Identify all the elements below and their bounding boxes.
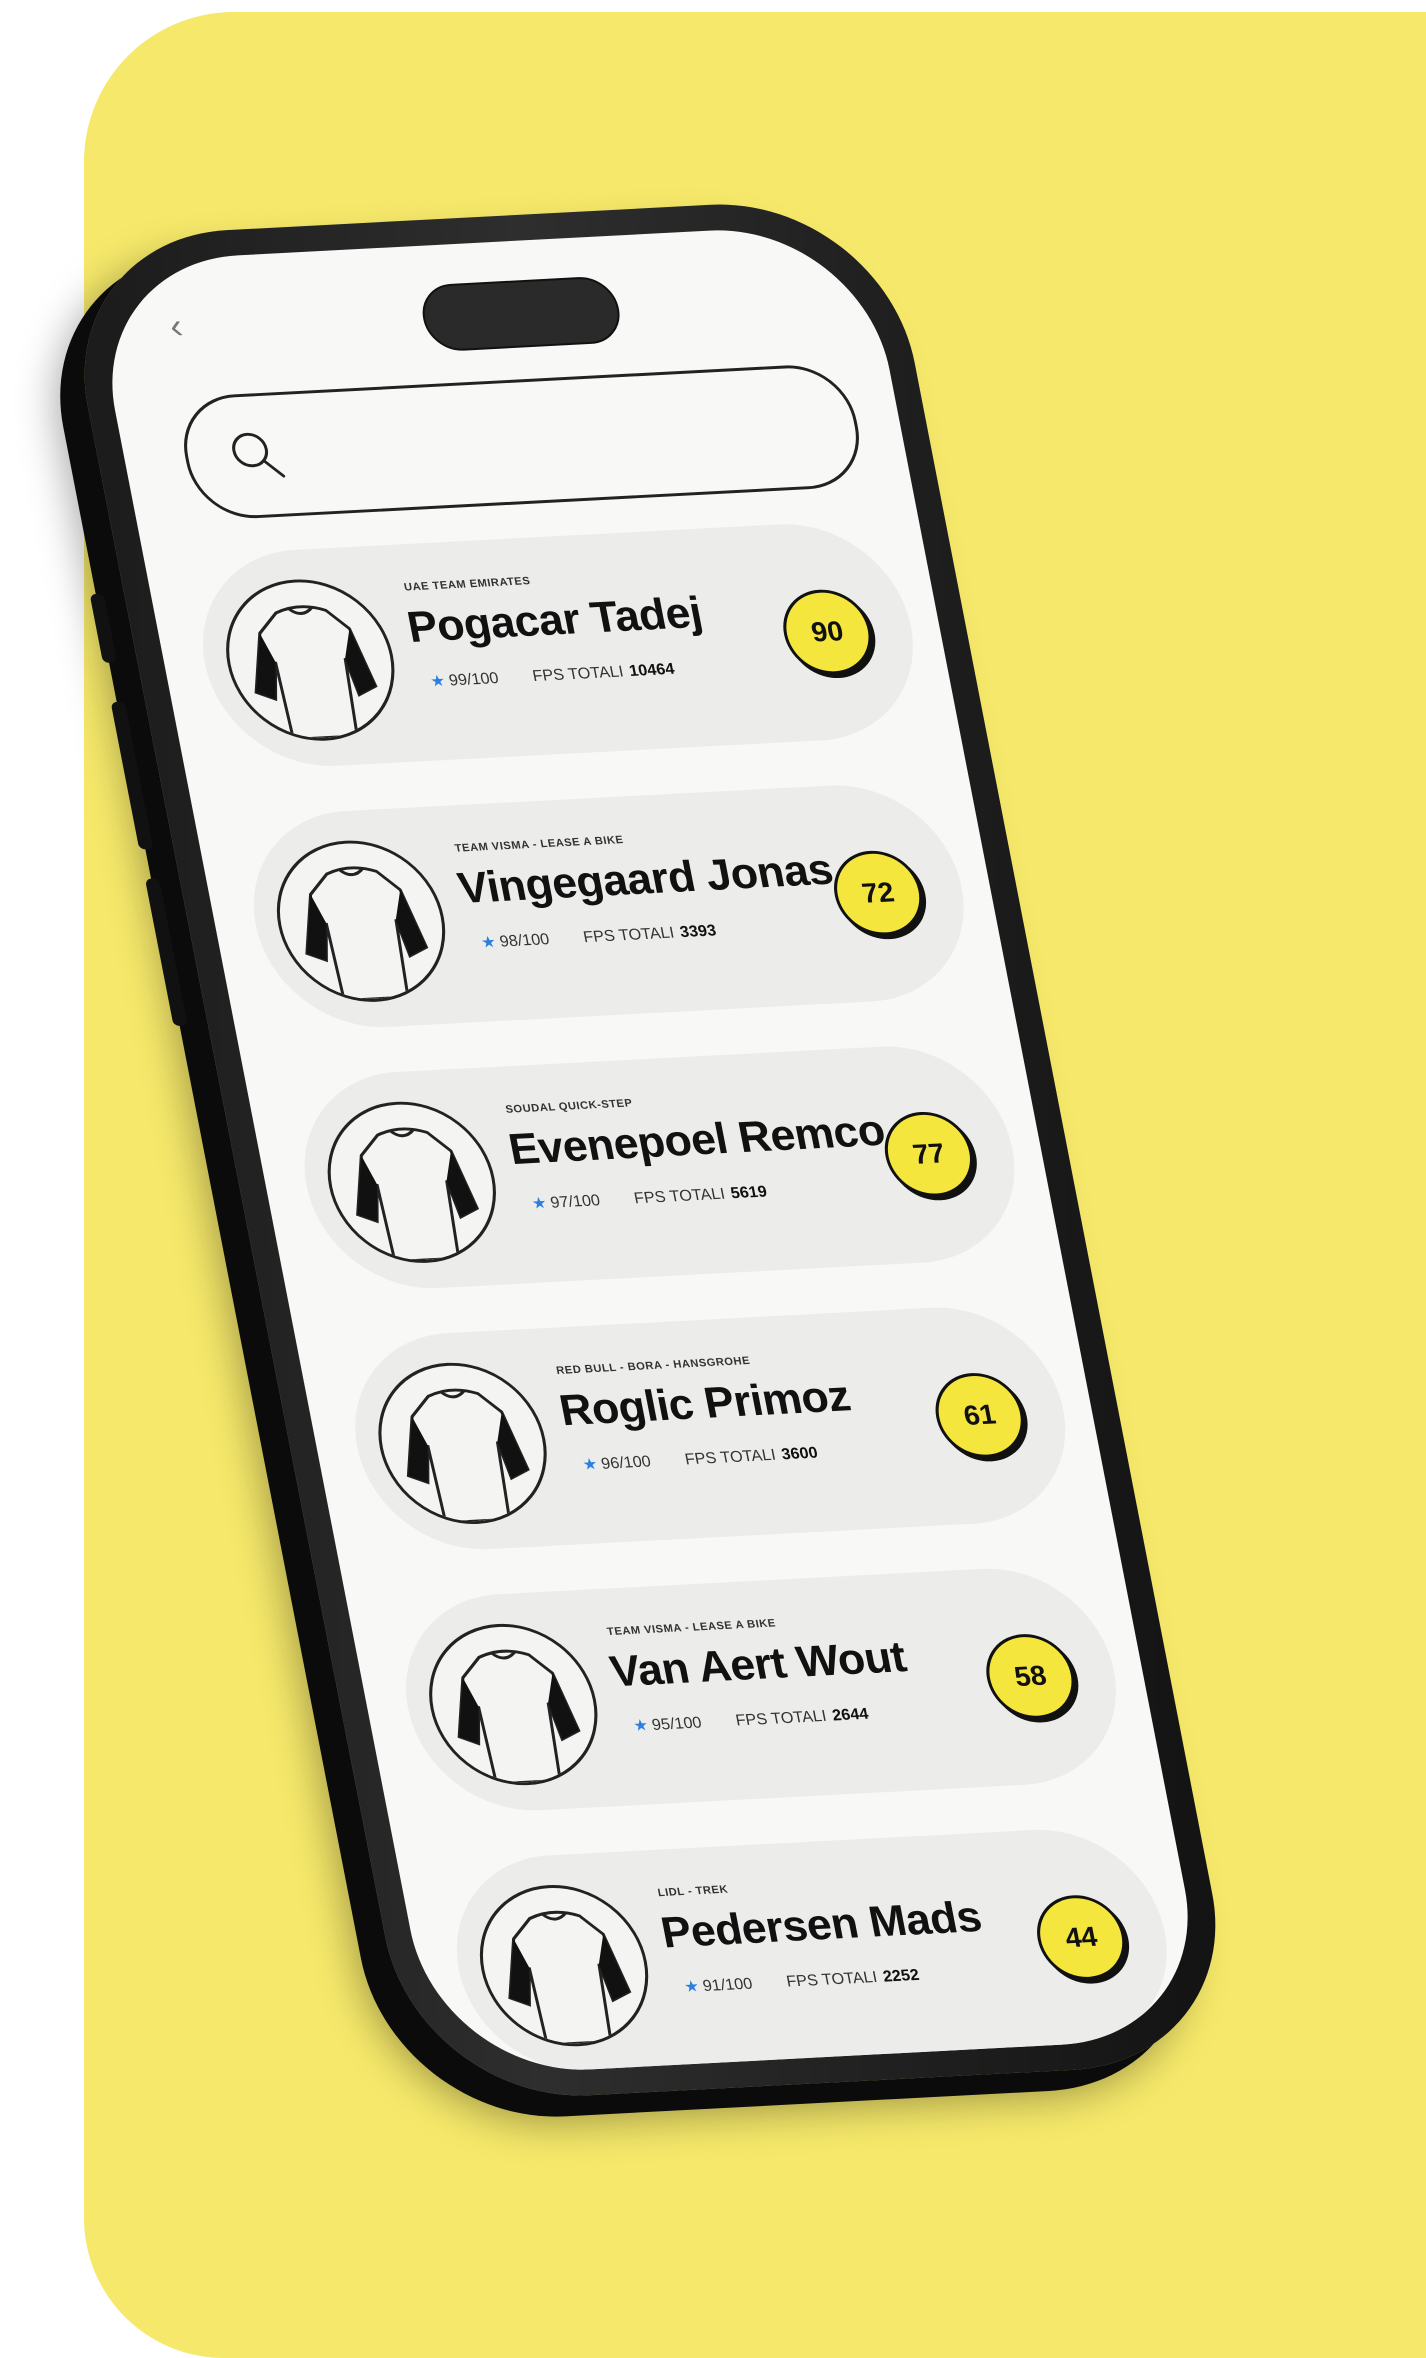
fps-label: FPS TOTALI [632,1185,727,1208]
rider-card[interactable]: TEAM VISMA - LEASE A BIKE Vingegaard Jon… [234,779,983,1033]
jersey-icon [262,836,460,1007]
fps-label: FPS TOTALI [581,924,676,947]
rider-stats: ★98/100 FPS TOTALI 3393 [479,921,718,953]
star-icon: ★ [429,672,447,691]
rider-card[interactable]: TEAM VISMA - LEASE A BIKE Van Aert Wout … [387,1563,1135,1817]
rider-rating: 96/100 [599,1453,653,1473]
fps-label: FPS TOTALI [784,1969,879,1991]
rider-name: Pedersen Mads [656,1892,986,1958]
score-badge: 90 [775,587,879,677]
jersey-icon [313,1097,511,1268]
jersey-icon [465,1880,663,2051]
rider-stats: ★99/100 FPS TOTALI 10464 [429,659,676,691]
rider-stats: ★96/100 FPS TOTALI 3600 [581,1443,819,1475]
score-badge: 61 [928,1370,1032,1460]
jersey-icon [364,1358,561,1529]
rider-card[interactable]: UAE TEAM EMIRATES Pogacar Tadej ★99/100 F… [184,518,932,772]
rider-name: Roglic Primoz [555,1371,855,1436]
fps-value: 3600 [780,1444,820,1464]
rider-name: Van Aert Wout [606,1632,910,1697]
fps-label: FPS TOTALI [734,1708,829,1730]
rider-rating: 99/100 [447,670,501,690]
rider-stats: ★95/100 FPS TOTALI 2644 [632,1704,870,1736]
chevron-left-icon[interactable]: ‹ [166,305,214,346]
fps-value: 2252 [881,1966,921,1986]
star-icon: ★ [530,1195,549,1213]
team-name: RED BULL - BORA - HANSGROHE [555,1355,752,1377]
fps-label: FPS TOTALI [531,663,626,686]
rider-name: Evenepoel Remco [504,1106,889,1174]
score-badge: 58 [978,1631,1083,1721]
team-name: TEAM VISMA - LEASE A BIKE [606,1617,777,1639]
star-icon: ★ [632,1717,650,1735]
team-name: UAE TEAM EMIRATES [403,575,532,594]
rider-card[interactable]: SOUDAL QUICK-STEP Evenepoel Remco ★97/10… [285,1040,1034,1294]
rider-name: Vingegaard Jonas [453,845,837,913]
rider-card[interactable]: RED BULL - BORA - HANSGROHE Roglic Primo… [336,1301,1085,1555]
fps-value: 5619 [729,1183,769,1203]
rider-name: Pogacar Tadej [403,588,707,652]
star-icon: ★ [479,934,498,952]
star-icon: ★ [682,1978,701,1996]
star-icon: ★ [581,1456,600,1474]
rider-rating: 98/100 [498,931,551,951]
search-input[interactable] [293,396,835,485]
search-icon [232,432,286,478]
fps-value: 3393 [678,922,718,942]
team-name: LIDL - TREK [656,1883,730,1900]
jersey-icon [414,1619,612,1790]
score-badge: 44 [1029,1893,1133,1983]
rider-stats: ★91/100 FPS TOTALI 2252 [682,1965,921,1997]
jersey-icon [211,575,409,745]
score-badge: 72 [826,848,930,938]
rider-card[interactable]: LIDL - TREK Pedersen Mads ★91/100 FPS TOT… [437,1824,1186,2078]
rider-rating: 97/100 [549,1192,602,1212]
team-name: TEAM VISMA - LEASE A BIKE [453,834,625,855]
rider-rating: 91/100 [701,1975,754,1995]
dynamic-island [416,275,626,353]
team-name: SOUDAL QUICK-STEP [504,1097,634,1116]
search-bar[interactable] [173,362,870,522]
fps-label: FPS TOTALI [683,1446,778,1469]
fps-value: 10464 [627,660,676,680]
score-badge: 77 [877,1109,981,1199]
rider-stats: ★97/100 FPS TOTALI 5619 [530,1182,769,1214]
fps-value: 2644 [830,1705,870,1725]
rider-rating: 95/100 [650,1714,704,1734]
